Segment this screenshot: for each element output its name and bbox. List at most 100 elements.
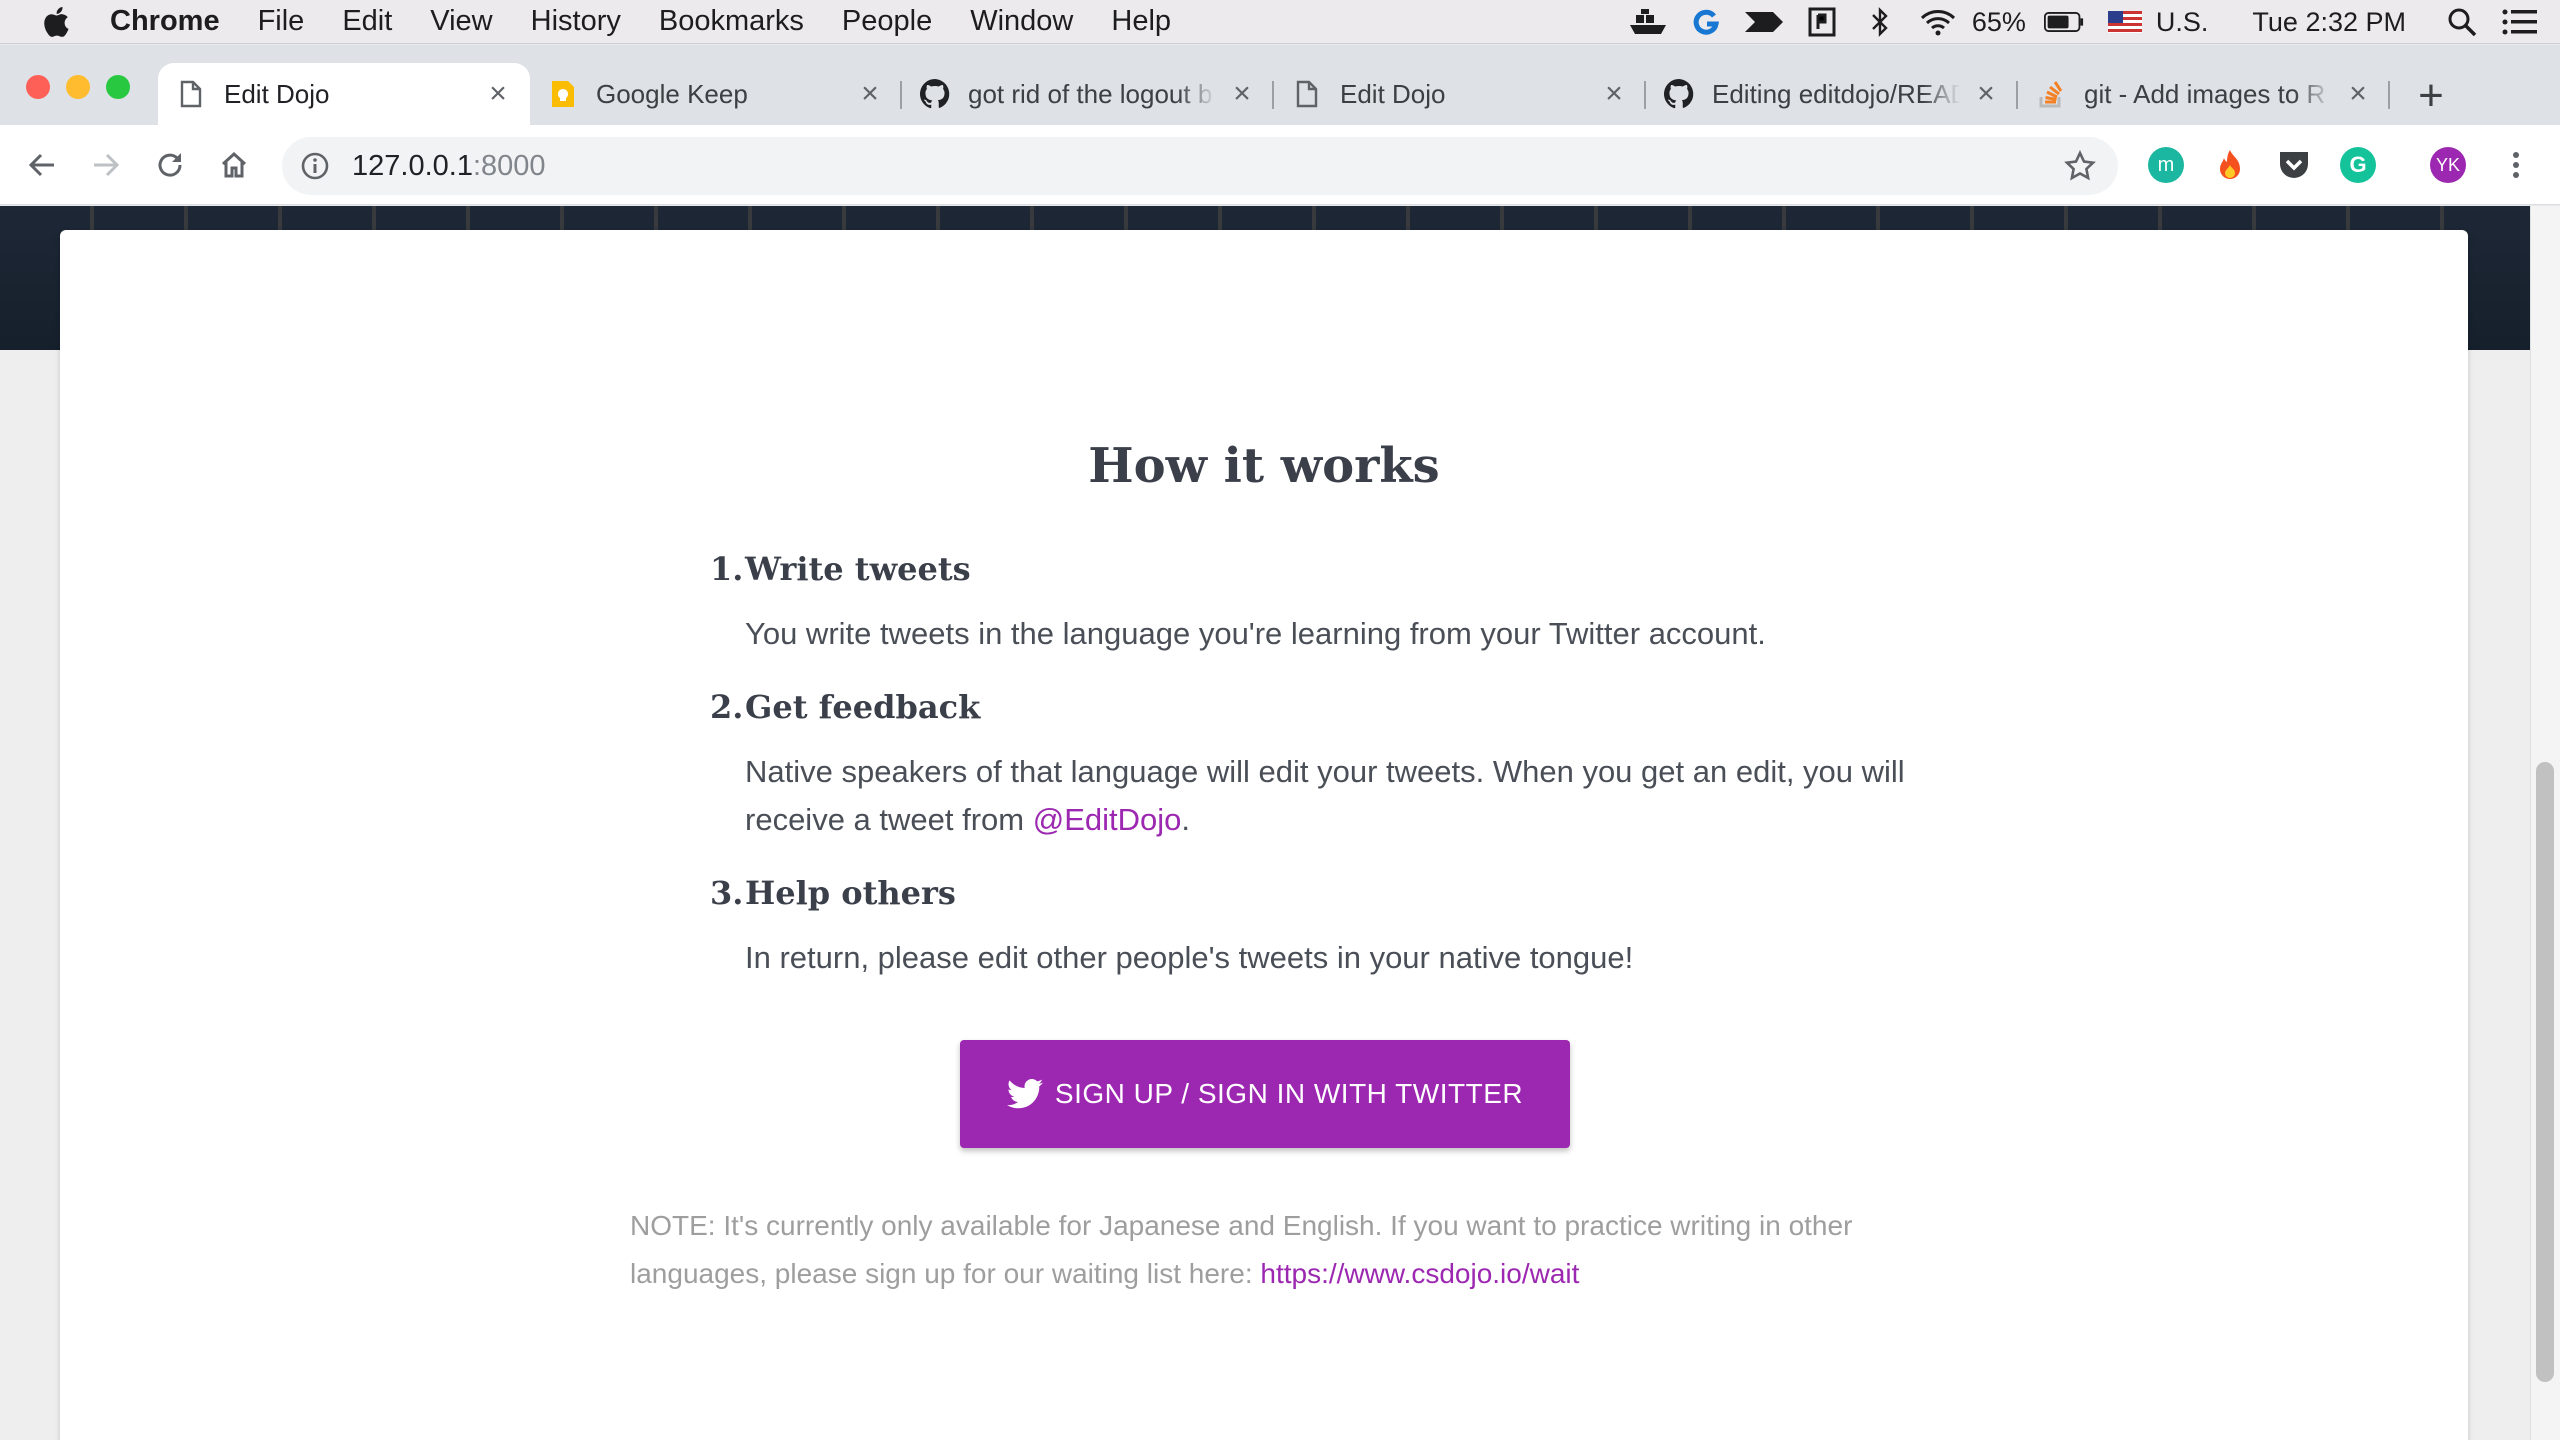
tab-separator [2388,81,2390,109]
menu-view[interactable]: View [430,5,492,38]
extension-fire-icon[interactable] [2212,147,2248,183]
tab-title: git - Add images to R [2084,78,2326,109]
tab-close-icon[interactable]: × [2344,79,2372,109]
waiting-list-link[interactable]: https://www.csdojo.io/wait [1260,1258,1579,1289]
tab-close-icon[interactable]: × [856,79,884,109]
menu-file[interactable]: File [258,5,305,38]
back-arrow-icon[interactable] [22,145,62,185]
tab-close-icon[interactable]: × [1228,79,1256,109]
us-flag-icon[interactable] [2107,11,2142,33]
cta-label: SIGN UP / SIGN IN WITH TWITTER [1054,1078,1524,1109]
forward-arrow-icon[interactable] [86,145,126,185]
ship-icon[interactable] [1628,6,1668,38]
menu-history[interactable]: History [531,5,621,38]
new-tab-button[interactable]: + [2408,74,2454,121]
bluetooth-icon[interactable] [1860,6,1900,38]
tab-github-editing-readme[interactable]: Editing editdojo/READ × [1646,63,2018,125]
step-get-feedback: 2. Get feedback Native speakers of that … [710,688,1970,844]
apple-logo-icon[interactable] [40,4,76,40]
browser-tab-strip: Edit Dojo × Google Keep × got rid of the… [0,45,2560,125]
tab-close-icon[interactable]: × [1600,79,1628,109]
menubar-status-area: 65% U.S. Tue 2:32 PM [1610,0,2540,44]
availability-note: NOTE: It's currently only available for … [630,1202,1930,1298]
editdojo-twitter-link[interactable]: @EditDojo [1033,802,1182,837]
tab-title: Edit Dojo [224,78,330,109]
step-number: 1. [710,550,744,588]
window-close-button[interactable] [26,75,50,99]
url-host: 127.0.0.1 [352,149,473,182]
twitter-bird-icon [1006,1079,1043,1109]
mac-menubar: Chrome File Edit View History Bookmarks … [0,0,2560,44]
tab-title: Google Keep [596,78,748,109]
spotlight-search-icon[interactable] [2442,6,2482,38]
browser-toolbar: 127.0.0.1:8000 m G YK [0,125,2560,205]
grammarly-icon[interactable]: G [2340,147,2376,183]
section-title: How it works [1088,438,1440,494]
address-bar[interactable]: 127.0.0.1:8000 [282,137,2118,195]
menu-window[interactable]: Window [970,5,1073,38]
notes-app-icon[interactable] [1802,6,1842,38]
step-description: In return, please edit other people's tw… [745,940,1634,975]
site-info-icon[interactable] [300,151,330,181]
menu-edit[interactable]: Edit [342,5,392,38]
tab-stackoverflow-git[interactable]: git - Add images to R × [2018,63,2390,125]
step-description-text: Native speakers of that language will ed… [745,754,1905,837]
menu-bookmarks[interactable]: Bookmarks [659,5,804,38]
wifi-icon[interactable] [1918,6,1958,38]
bookmark-star-icon[interactable] [2064,150,2096,182]
forward-arrows-icon[interactable] [1744,6,1784,38]
step-heading: 1. Write tweets [710,550,1970,600]
step-description-end: . [1181,802,1190,837]
github-icon [1664,79,1694,109]
reload-icon[interactable] [150,145,190,185]
extension-m-icon[interactable]: m [2148,147,2184,183]
page-icon [1292,79,1322,109]
tab-edit-dojo-active[interactable]: Edit Dojo × [158,63,530,125]
home-icon[interactable] [214,145,254,185]
tab-edit-dojo[interactable]: Edit Dojo × [1274,63,1646,125]
step-heading: 2. Get feedback [710,688,1970,738]
step-title: Help others [745,874,956,912]
window-minimize-button[interactable] [66,75,90,99]
scrollbar-thumb[interactable] [2536,762,2554,1382]
tab-close-icon[interactable]: × [1972,79,2000,109]
menu-app-name[interactable]: Chrome [110,5,220,38]
tab-github-logout[interactable]: got rid of the logout b × [902,63,1274,125]
step-title: Write tweets [745,550,971,588]
step-title: Get feedback [745,688,981,726]
step-description: Native speakers of that language will ed… [745,748,1970,844]
step-heading: 3. Help others [710,874,1970,924]
battery-percent[interactable]: 65% [1972,7,2026,38]
steps-list: 1. Write tweets You write tweets in the … [710,550,1970,1012]
tab-title: got rid of the logout b [968,78,1213,109]
input-source-label[interactable]: U.S. [2156,7,2209,38]
chrome-menu-icon[interactable] [2496,145,2536,185]
menubar-clock[interactable]: Tue 2:32 PM [2252,7,2406,38]
how-it-works-card: How it works 1. Write tweets You write t… [60,230,2468,1440]
window-zoom-button[interactable] [106,75,130,99]
grammarly-g-icon[interactable] [1686,6,1726,38]
step-description: You write tweets in the language you're … [745,616,1766,651]
profile-avatar[interactable]: YK [2430,147,2466,183]
menu-help[interactable]: Help [1111,5,1171,38]
step-number: 3. [710,874,744,912]
sign-in-with-twitter-button[interactable]: SIGN UP / SIGN IN WITH TWITTER [960,1040,1570,1148]
pocket-icon[interactable] [2276,147,2312,183]
tab-close-icon[interactable]: × [484,79,512,109]
step-write-tweets: 1. Write tweets You write tweets in the … [710,550,1970,658]
tab-title: Edit Dojo [1340,78,1446,109]
notification-center-icon[interactable] [2500,6,2540,38]
menu-people[interactable]: People [842,5,932,38]
keep-icon [548,79,578,109]
step-number: 2. [710,688,744,726]
battery-icon[interactable] [2043,6,2084,38]
github-icon [920,79,950,109]
stackoverflow-icon [2036,79,2066,109]
note-text: NOTE: It's currently only available for … [630,1210,1853,1289]
page-viewport: How it works 1. Write tweets You write t… [0,206,2560,1440]
tab-title: Editing editdojo/READ [1712,78,1960,109]
page-scrollbar[interactable] [2530,206,2560,1440]
tab-google-keep[interactable]: Google Keep × [530,63,902,125]
url-port: :8000 [472,149,546,182]
step-help-others: 3. Help others In return, please edit ot… [710,874,1970,982]
